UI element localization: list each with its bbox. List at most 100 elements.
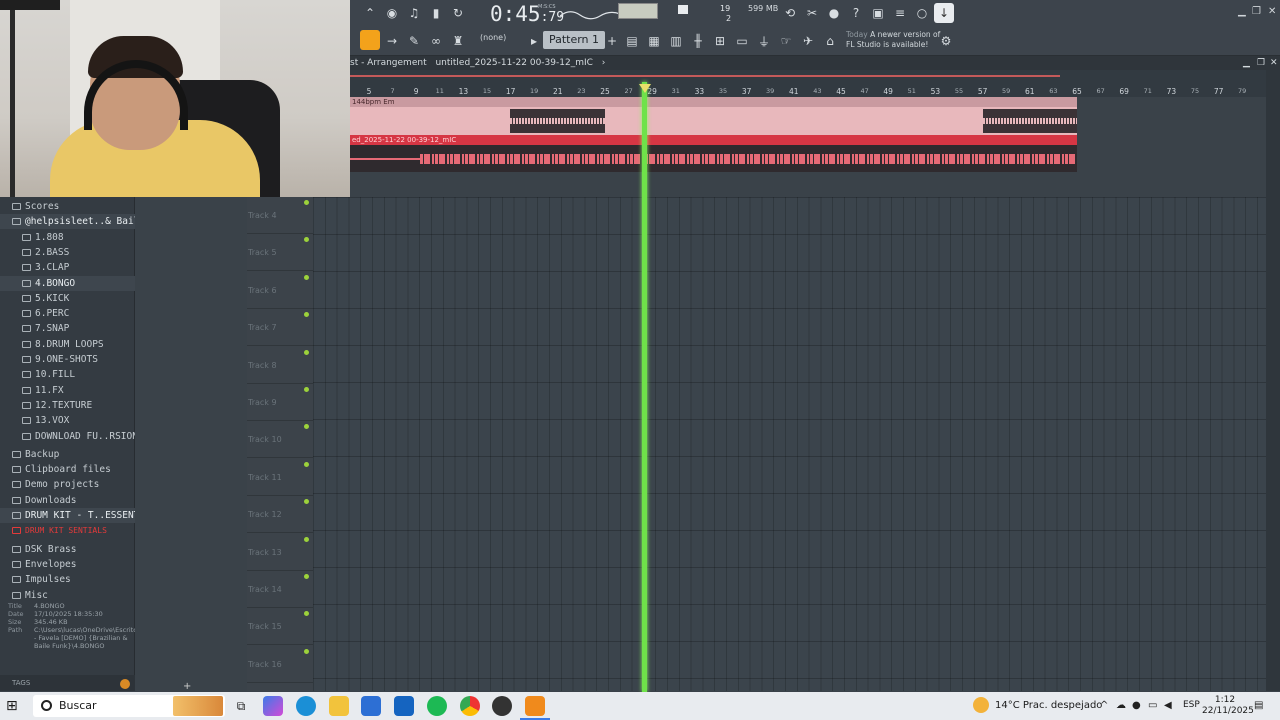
store-icon[interactable] [361,696,381,716]
playlist-restore-icon[interactable]: ❐ [1257,56,1265,70]
track-mute-led-icon[interactable] [304,499,309,505]
tray-overflow-icon[interactable]: ^ [1100,700,1108,711]
track-mute-led-icon[interactable] [304,424,309,430]
browser-item[interactable]: DRUM KIT SENTIALS [0,523,135,538]
browser-search-icon[interactable] [120,679,130,689]
loop-marker[interactable] [350,75,1060,77]
network-icon[interactable]: ▭ [1148,700,1157,711]
track-header[interactable]: Track 14 [247,571,313,608]
chat-icon[interactable]: ○ [912,3,932,23]
track-mute-led-icon[interactable] [304,312,309,318]
settings-icon[interactable]: ⚙ [936,31,956,51]
update-notification[interactable]: Today A newer version of FL Studio is av… [846,30,940,50]
taskbar-search[interactable]: Buscar [33,695,225,717]
plug-icon[interactable]: ⏚ [754,31,774,51]
track-mute-led-icon[interactable] [304,349,309,355]
browser-item[interactable]: 12.TEXTURE [0,398,135,413]
metronome-icon[interactable]: ⌃ [360,3,380,23]
track-header[interactable]: Track 11 [247,459,313,496]
restore-icon[interactable]: ❐ [1252,6,1261,17]
notifications-icon[interactable]: ▤ [1254,700,1263,711]
cart-icon[interactable]: ⌂ [820,31,840,51]
browser-item[interactable]: 10.FILL [0,367,135,382]
track-header[interactable]: Track 5 [247,234,313,272]
pattern-add-icon[interactable]: + [606,31,618,51]
weather-text[interactable]: 14°C Prac. despejado [995,700,1102,711]
loop-record-icon[interactable]: ↻ [448,3,468,23]
browser-item[interactable]: Backup [0,447,135,462]
step-edit-icon[interactable]: ▮ [426,3,446,23]
browser-item[interactable]: 7.SNAP [0,321,135,336]
track-mute-led-icon[interactable] [304,574,309,579]
minimize-icon[interactable]: ▁ [1238,6,1246,17]
touch-icon[interactable]: ☞ [776,31,796,51]
microphone-icon[interactable]: ● [1132,700,1141,711]
track-header[interactable]: Track 4 [247,197,313,234]
windows-start-icon[interactable]: ⊞ [6,696,26,716]
tags-bar[interactable]: TAGS [0,675,135,691]
breadcrumb-playlist[interactable]: st - Arrangement [350,58,427,68]
help-icon[interactable]: ? [846,3,866,23]
browser-item[interactable]: 5.KICK [0,291,135,306]
track-mute-led-icon[interactable] [304,461,309,467]
browser-item[interactable]: 13.VOX [0,413,135,428]
obs-icon[interactable] [492,696,512,716]
browser-item[interactable]: Misc [0,588,135,603]
cut-icon[interactable]: ✂ [802,3,822,23]
browser-item[interactable]: 4.BONGO [0,275,135,291]
track-header[interactable]: Track 7 [247,309,313,347]
browser-item[interactable]: 6.PERC [0,306,135,321]
clock[interactable]: 1:12 22/11/2025 [1202,695,1254,717]
song-mode-button[interactable] [360,30,380,50]
track-header[interactable]: Track 6 [247,272,313,309]
pattern-prev-icon[interactable]: ▸ [528,31,540,51]
track-mute-led-icon[interactable] [304,200,309,205]
mixer-icon[interactable]: ≡ [890,3,910,23]
stamp-icon[interactable]: ♜ [448,31,468,51]
playhead[interactable] [642,82,647,692]
outlook-icon[interactable] [394,696,414,716]
track-header[interactable]: Track 13 [247,534,313,571]
track-header[interactable]: Track 16 [247,646,313,683]
browser-icon[interactable]: ▭ [732,31,752,51]
mic-icon[interactable]: ● [824,3,844,23]
track-mute-led-icon[interactable] [304,611,309,617]
playhead-marker-icon[interactable] [639,84,651,93]
browser-item[interactable]: DOWNLOAD FU..RSION HERE [0,429,135,444]
browser-item[interactable]: Impulses [0,572,135,587]
audio-clip-beat[interactable]: 144bpm Em [350,97,1077,135]
plugin-icon[interactable]: ⊞ [710,31,730,51]
copilot-icon[interactable] [263,696,283,716]
wait-record-icon[interactable]: ◉ [382,3,402,23]
browser-item[interactable]: Demo projects [0,477,135,492]
mixer-view-icon[interactable]: ╫ [688,31,708,51]
vertical-scrollbar[interactable] [1266,70,1280,691]
task-view-icon[interactable]: ⧉ [231,696,251,716]
browser-item[interactable]: 11.FX [0,383,135,398]
track-header[interactable]: Track 10 [247,421,313,459]
track-header[interactable]: Track 12 [247,496,313,534]
browser-item[interactable]: Downloads [0,493,135,508]
draw-icon[interactable]: ✎ [404,31,424,51]
close-icon[interactable]: ✕ [1268,6,1276,17]
browser-item[interactable]: DSK Brass [0,542,135,557]
browser-item[interactable]: 8.DRUM LOOPS [0,337,135,352]
track-mute-led-icon[interactable] [304,274,309,280]
track-header[interactable]: Track 15 [247,608,313,646]
browser-item[interactable]: @helpsisleet..& Baile Funk} [0,214,135,230]
track-mute-led-icon[interactable] [304,648,309,654]
channel-rack-icon[interactable]: ▥ [666,31,686,51]
spotify-icon[interactable] [427,696,447,716]
browser-item[interactable]: 3.CLAP [0,260,135,275]
volume-icon[interactable]: ◀ [1164,700,1172,711]
arrow-right-icon[interactable]: → [382,31,402,51]
breadcrumb-clip[interactable]: untitled_2025-11-22 00-39-12_mIC [435,58,592,68]
browser-item[interactable]: Clipboard files [0,462,135,477]
countdown-icon[interactable]: ♫ [404,3,424,23]
playlist-icon[interactable]: ▤ [622,31,642,51]
timeline-ruler[interactable]: 5 7 9 11 13 15 17 19 21 23 25 27 29 31 33 35 37 39 41 43 45 4… [350,70,1266,97]
browser-item[interactable]: 2.BASS [0,245,135,260]
track-mute-led-icon[interactable] [304,536,309,542]
track-mute-led-icon[interactable] [304,387,309,392]
browser-item[interactable]: Envelopes [0,557,135,572]
